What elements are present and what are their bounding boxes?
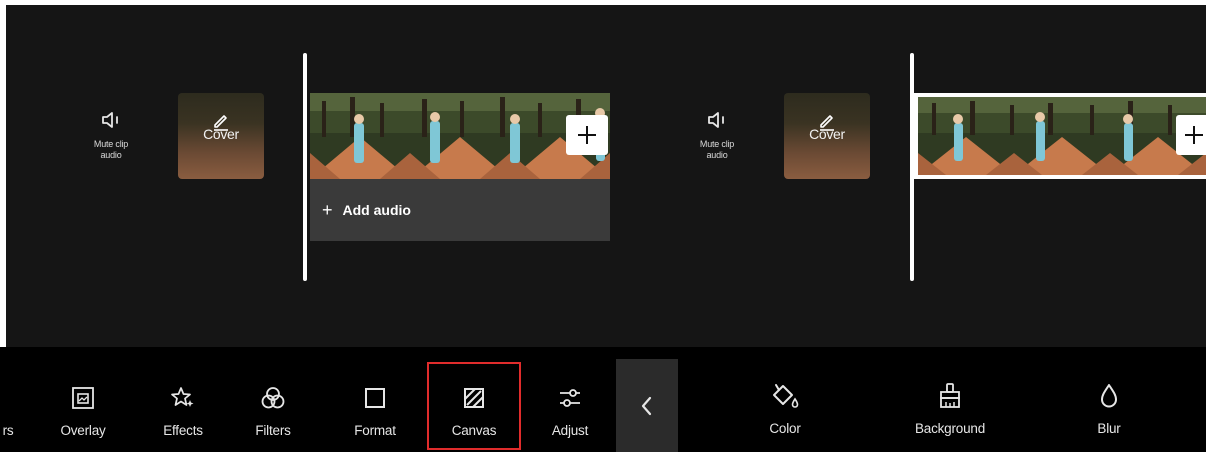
tool-format[interactable]: Format [340,347,410,452]
tool-adjust-label: Adjust [551,423,589,438]
filters-icon [260,385,286,411]
cover-label: Cover [809,125,845,142]
video-clip-filmstrip[interactable] [310,93,610,179]
cover-button-2[interactable]: Cover [784,93,870,179]
paint-bucket-icon [770,383,800,409]
speaker-icon [706,109,730,136]
playhead[interactable] [303,53,307,281]
add-clip-button-2[interactable] [1176,115,1206,155]
clip-thumbnails [310,93,610,179]
tool-adjust[interactable]: Adjust [535,347,605,452]
brush-icon [937,383,963,409]
cover-label: Cover [203,125,239,142]
mute-clip-label-line2: audio [100,150,122,160]
clip-thumbnails [918,97,1206,175]
canvas-option-color-label: Color [769,421,801,436]
collapse-button[interactable] [616,359,678,452]
effects-icon [170,385,196,411]
timeline-area: Mute clip audio Cover + Add audio Mute c… [6,5,1206,347]
format-icon [363,385,387,411]
mute-clip-label: Mute clip [93,139,129,149]
adjust-icon [557,385,583,411]
tool-partial[interactable]: rs [0,347,26,452]
bottom-toolbar: rs Overlay Effects Filters Format Canvas… [0,347,1206,452]
plus-icon: + [322,199,333,220]
tool-filters-label: Filters [255,423,291,438]
cover-button[interactable]: Cover [178,93,264,179]
mute-clip-label-line2: audio [706,150,728,160]
canvas-option-background-label: Background [914,421,986,436]
add-audio-label: Add audio [342,202,411,218]
tool-format-label: Format [354,423,396,438]
canvas-option-blur[interactable]: Blur [1074,347,1144,452]
tool-overlay[interactable]: Overlay [48,347,118,452]
plus-icon [578,126,596,144]
overlay-icon [71,385,95,411]
speaker-icon [100,109,124,136]
tool-filters[interactable]: Filters [238,347,308,452]
canvas-option-blur-label: Blur [1097,421,1121,436]
mute-clip-label: Mute clip [699,139,735,149]
mute-clip-audio-button-2[interactable]: Mute clip audio [694,109,740,179]
canvas-option-background[interactable]: Background [895,347,1005,452]
plus-icon [1185,126,1203,144]
tool-partial-label: rs [2,423,14,438]
canvas-highlight [427,362,521,450]
chevron-left-icon [641,396,652,415]
add-clip-button[interactable] [566,115,608,155]
tool-effects[interactable]: Effects [148,347,218,452]
droplet-icon [1098,383,1120,409]
video-clip-filmstrip-selected[interactable] [914,93,1206,179]
tool-overlay-label: Overlay [60,423,106,438]
add-audio-button[interactable]: + Add audio [310,179,610,241]
tool-effects-label: Effects [163,423,203,438]
canvas-option-color[interactable]: Color [745,347,825,452]
mute-clip-audio-button[interactable]: Mute clip audio [88,109,134,179]
